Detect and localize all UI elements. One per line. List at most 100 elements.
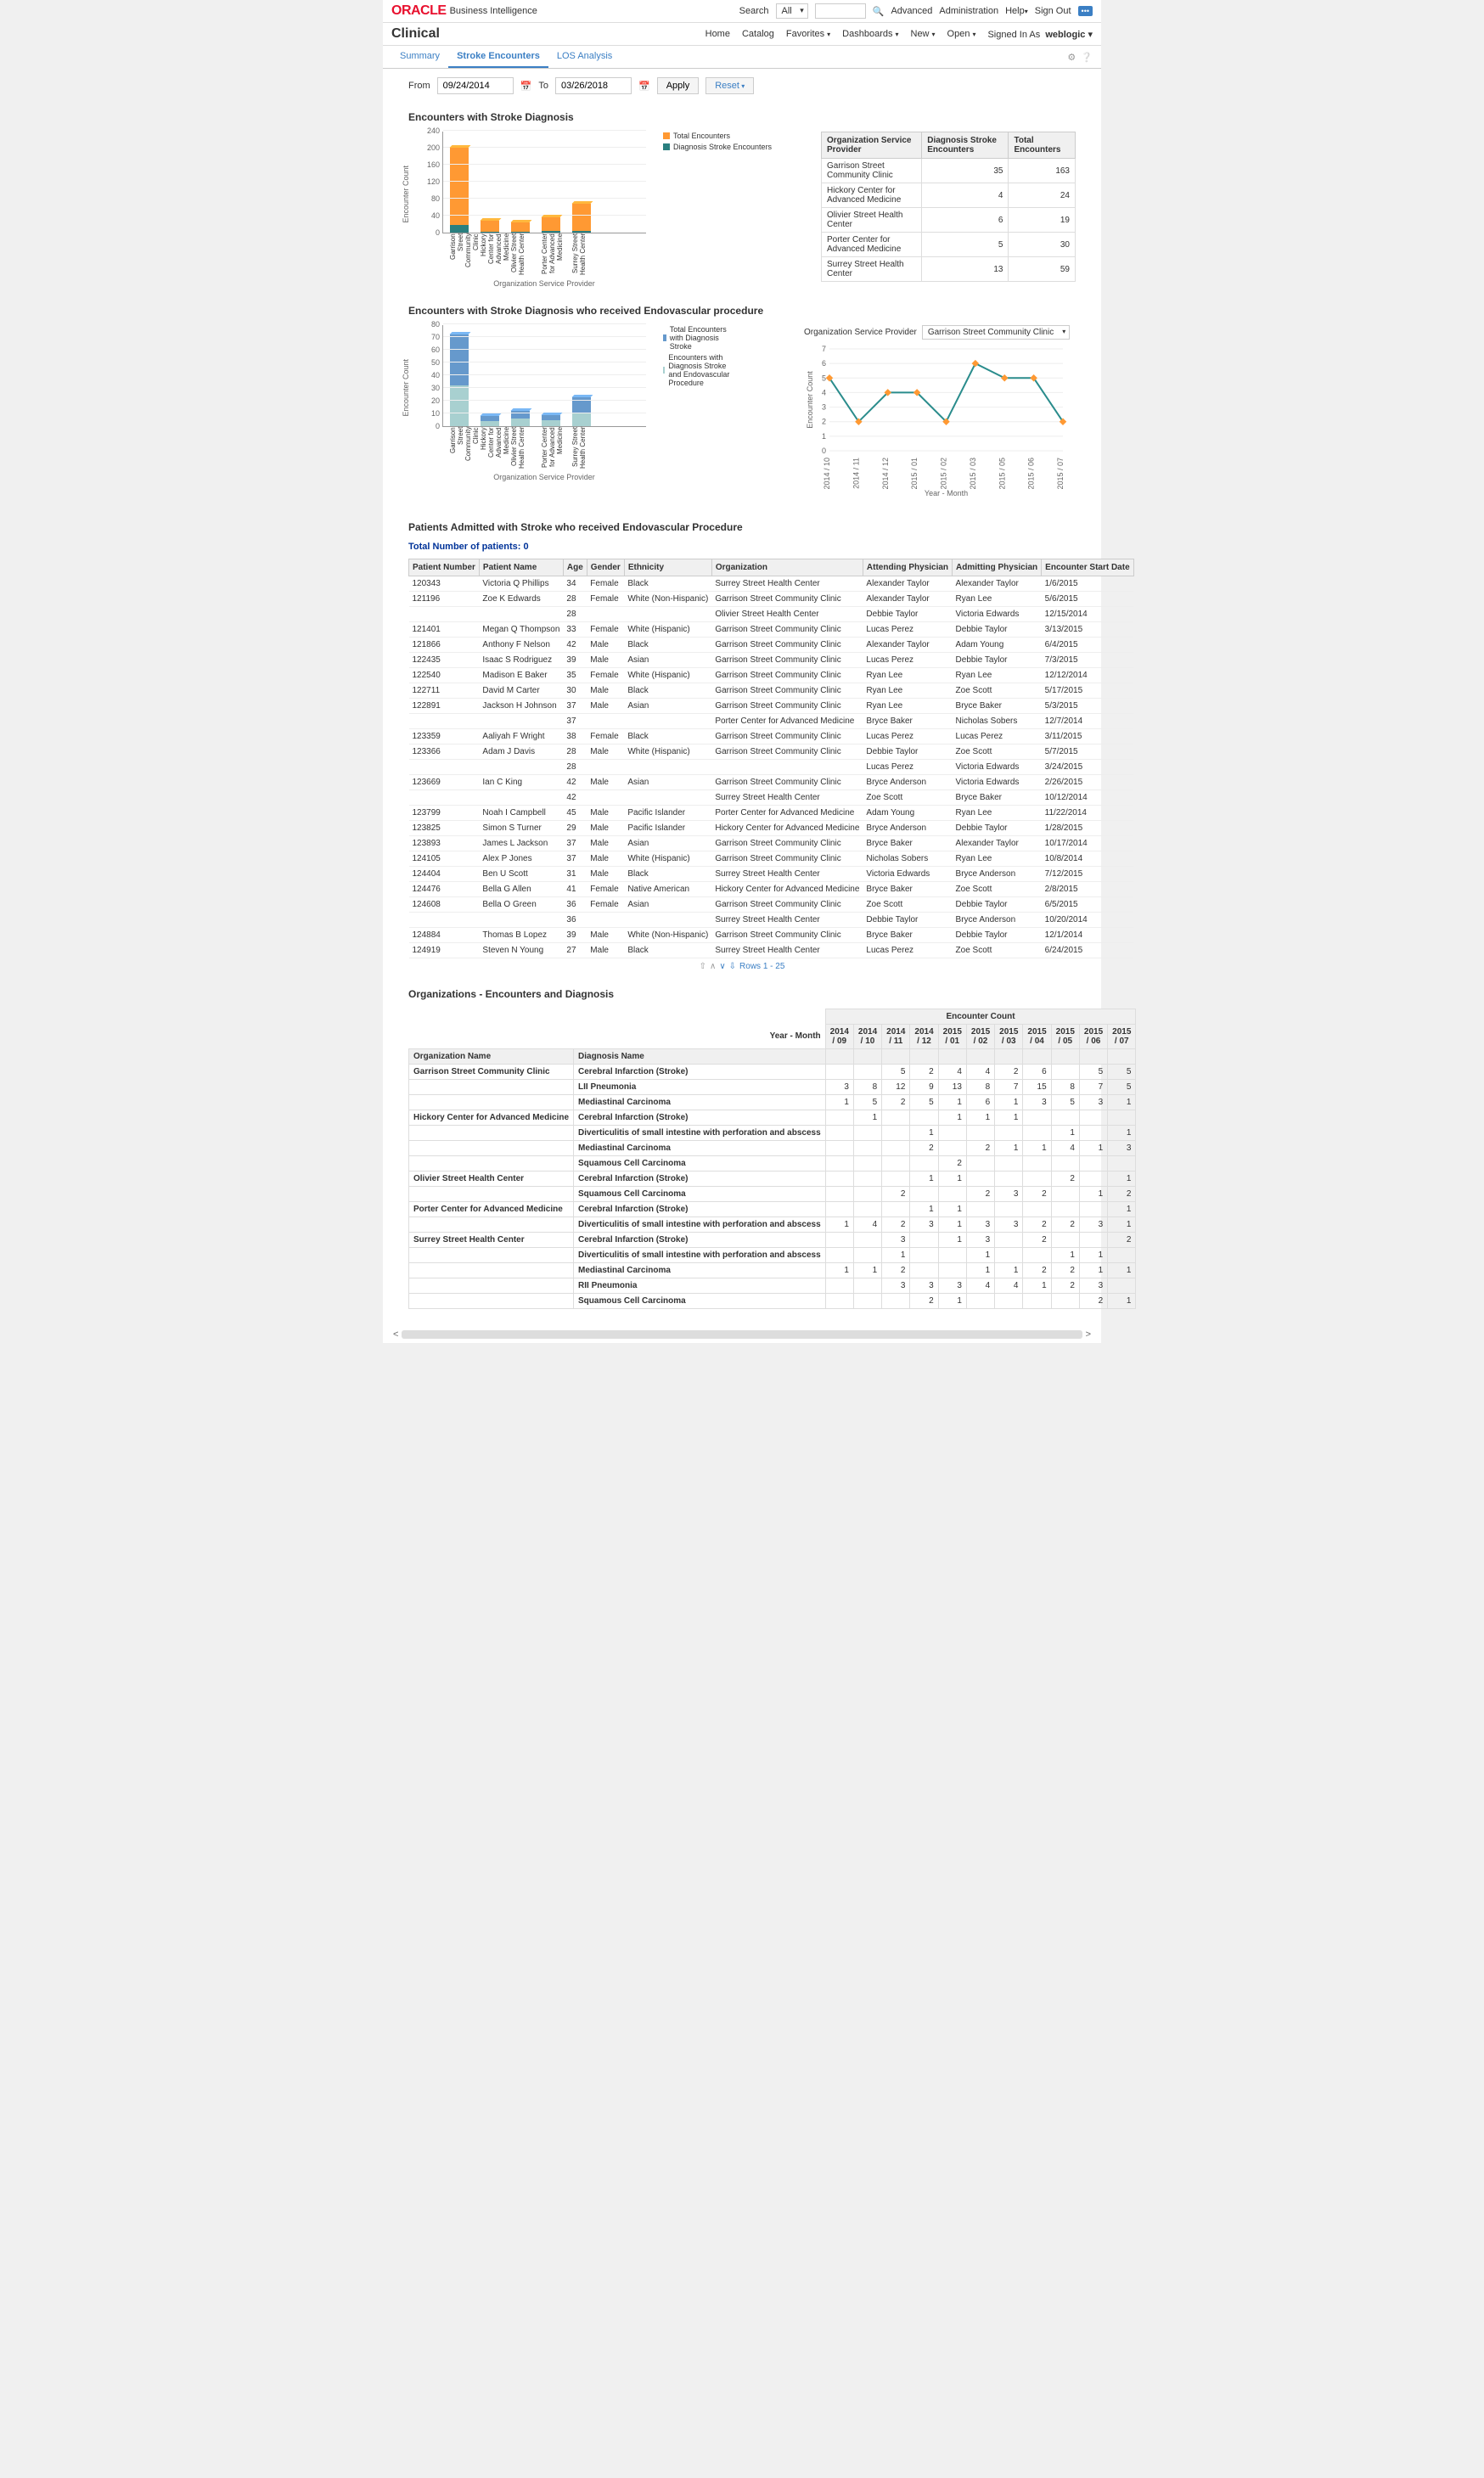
table-row[interactable]: 121866Anthony F Nelson42MaleBlackGarriso…: [409, 638, 1134, 653]
table-row[interactable]: 124919Steven N Young27MaleBlackSurrey St…: [409, 943, 1134, 958]
bar-chart-1: Encounter Count 40801201602002400 Garris…: [408, 132, 646, 288]
tab-stroke-encounters[interactable]: Stroke Encounters: [448, 46, 548, 68]
advanced-link[interactable]: Advanced: [891, 6, 932, 16]
chart-legend: Total Encounters with Diagnosis StrokeEn…: [663, 325, 731, 390]
svg-text:4: 4: [822, 388, 826, 396]
table-row[interactable]: 124404Ben U Scott31MaleBlackSurrey Stree…: [409, 867, 1134, 882]
nav-home[interactable]: Home: [705, 29, 730, 39]
app-switcher-icon[interactable]: •••: [1078, 6, 1093, 16]
from-label: From: [408, 81, 430, 91]
patients-table: Patient NumberPatient NameAgeGenderEthni…: [408, 559, 1134, 958]
svg-text:2015 / 01: 2015 / 01: [910, 458, 919, 490]
table-row[interactable]: 37Porter Center for Advanced MedicineBry…: [409, 714, 1134, 729]
scroll-right-icon[interactable]: >: [1082, 1329, 1094, 1340]
table-row[interactable]: 36Surrey Street Health CenterDebbie Tayl…: [409, 913, 1134, 928]
table-row[interactable]: 122711David M Carter30MaleBlackGarrison …: [409, 683, 1134, 699]
search-input[interactable]: [815, 3, 866, 19]
horizontal-scrollbar[interactable]: < >: [383, 1326, 1101, 1343]
section-title: Encounters with Stroke Diagnosis who rec…: [408, 305, 1076, 317]
svg-text:Encounter Count: Encounter Count: [806, 371, 814, 429]
table-row[interactable]: 122540Madison E Baker35FemaleWhite (Hisp…: [409, 668, 1134, 683]
nav-open[interactable]: Open: [947, 29, 976, 39]
svg-text:1: 1: [822, 432, 826, 441]
table-row[interactable]: 28Lucas PerezVictoria Edwards3/24/2015: [409, 760, 1134, 775]
global-header: ORACLE Business Intelligence Search All …: [383, 0, 1101, 23]
reset-button[interactable]: Reset: [705, 77, 754, 94]
svg-text:2: 2: [822, 418, 826, 426]
table-row[interactable]: 123669Ian C King42MaleAsianGarrison Stre…: [409, 775, 1134, 790]
section-title: Organizations - Encounters and Diagnosis: [408, 988, 1076, 1000]
section-title: Patients Admitted with Stroke who receiv…: [408, 521, 1076, 533]
svg-text:2015 / 05: 2015 / 05: [998, 458, 1006, 490]
svg-text:0: 0: [822, 447, 826, 455]
chart-legend: Total EncountersDiagnosis Stroke Encount…: [663, 132, 772, 154]
table-row[interactable]: 123366Adam J Davis28MaleWhite (Hispanic)…: [409, 745, 1134, 760]
table-row[interactable]: 124608Bella O Green36FemaleAsianGarrison…: [409, 897, 1134, 913]
brand-sub: Business Intelligence: [450, 6, 537, 16]
patients-subtitle: Total Number of patients: 0: [408, 542, 1076, 552]
table-row[interactable]: 124105Alex P Jones37MaleWhite (Hispanic)…: [409, 851, 1134, 867]
apply-button[interactable]: Apply: [657, 77, 700, 94]
svg-text:2015 / 07: 2015 / 07: [1056, 458, 1065, 490]
table-row[interactable]: 123825Simon S Turner29MalePacific Island…: [409, 821, 1134, 836]
from-date-input[interactable]: [437, 77, 514, 94]
help-icon[interactable]: ❔: [1081, 52, 1093, 63]
help-link[interactable]: Help: [1005, 6, 1028, 16]
table-row[interactable]: 120343Victoria Q Phillips34FemaleBlackSu…: [409, 576, 1134, 592]
nav-new[interactable]: New: [911, 29, 936, 39]
calendar-icon[interactable]: 📅: [520, 81, 532, 92]
table-row[interactable]: 28Olivier Street Health CenterDebbie Tay…: [409, 607, 1134, 622]
search-icon[interactable]: 🔍: [873, 6, 885, 17]
signout-link[interactable]: Sign Out: [1035, 6, 1071, 16]
brand-logo: ORACLE: [391, 3, 447, 19]
nav-favorites[interactable]: Favorites: [786, 29, 830, 39]
page-title: Clinical: [391, 26, 440, 42]
bar-chart-2: Encounter Count 10203040506070800 Garris…: [408, 325, 646, 481]
tab-los-analysis[interactable]: LOS Analysis: [548, 46, 621, 68]
tab-summary[interactable]: Summary: [391, 46, 448, 68]
table-row[interactable]: 122435Isaac S Rodriguez39MaleAsianGarris…: [409, 653, 1134, 668]
table-row[interactable]: 124476Bella G Allen41FemaleNative Americ…: [409, 882, 1134, 897]
signed-in-as[interactable]: Signed In As weblogic ▾: [987, 29, 1093, 40]
table-row[interactable]: 42Surrey Street Health CenterZoe ScottBr…: [409, 790, 1134, 806]
table-row[interactable]: 121401Megan Q Thompson33FemaleWhite (His…: [409, 622, 1134, 638]
svg-text:5: 5: [822, 374, 826, 382]
svg-text:2015 / 03: 2015 / 03: [969, 458, 977, 490]
navbar: Clinical Home Catalog Favorites Dashboards N…: [383, 23, 1101, 46]
first-icon[interactable]: ⇧: [700, 962, 706, 971]
filter-bar: From 📅 To 📅 Apply Reset: [383, 69, 1101, 103]
nav-catalog[interactable]: Catalog: [742, 29, 774, 39]
table-row[interactable]: 121196Zoe K Edwards28FemaleWhite (Non-Hi…: [409, 592, 1134, 607]
table-row[interactable]: 124884Thomas B Lopez39MaleWhite (Non-His…: [409, 928, 1134, 943]
svg-text:2015 / 02: 2015 / 02: [940, 458, 948, 490]
svg-text:2014 / 11: 2014 / 11: [852, 458, 860, 489]
tabs: SummaryStroke EncountersLOS Analysis ⚙ ❔: [383, 46, 1101, 69]
svg-text:Year - Month: Year - Month: [925, 489, 968, 497]
to-date-input[interactable]: [555, 77, 632, 94]
svg-text:7: 7: [822, 345, 826, 353]
to-label: To: [538, 81, 548, 91]
table-row[interactable]: 123893James L Jackson37MaleAsianGarrison…: [409, 836, 1134, 851]
prev-icon[interactable]: ∧: [710, 962, 716, 971]
section-title: Encounters with Stroke Diagnosis: [408, 111, 1076, 123]
table-pager[interactable]: ⇧ ∧ ∨ ⇩ Rows 1 - 25: [408, 962, 1076, 971]
svg-text:2014 / 10: 2014 / 10: [823, 458, 831, 490]
table-row[interactable]: 123359Aaliyah F Wright38FemaleBlackGarri…: [409, 729, 1134, 745]
osp-dropdown[interactable]: Garrison Street Community Clinic: [922, 325, 1070, 340]
calendar-icon[interactable]: 📅: [638, 81, 650, 92]
table-row[interactable]: 123799Noah I Campbell45MalePacific Islan…: [409, 806, 1134, 821]
gear-icon[interactable]: ⚙: [1067, 52, 1076, 63]
svg-text:6: 6: [822, 359, 826, 368]
svg-text:2015 / 06: 2015 / 06: [1027, 458, 1036, 490]
last-icon[interactable]: ⇩: [729, 962, 736, 971]
pivot-table: Encounter CountYear - Month2014 / 092014…: [408, 1009, 1136, 1309]
summary-table: Organization Service ProviderDiagnosis S…: [821, 132, 1076, 282]
scroll-left-icon[interactable]: <: [390, 1329, 402, 1340]
next-icon[interactable]: ∨: [719, 962, 725, 971]
svg-text:3: 3: [822, 403, 826, 412]
search-label: Search: [739, 6, 769, 16]
search-scope-dropdown[interactable]: All: [776, 3, 808, 19]
table-row[interactable]: 122891Jackson H Johnson37MaleAsianGarris…: [409, 699, 1134, 714]
nav-dashboards[interactable]: Dashboards: [842, 29, 898, 39]
admin-link[interactable]: Administration: [939, 6, 998, 16]
